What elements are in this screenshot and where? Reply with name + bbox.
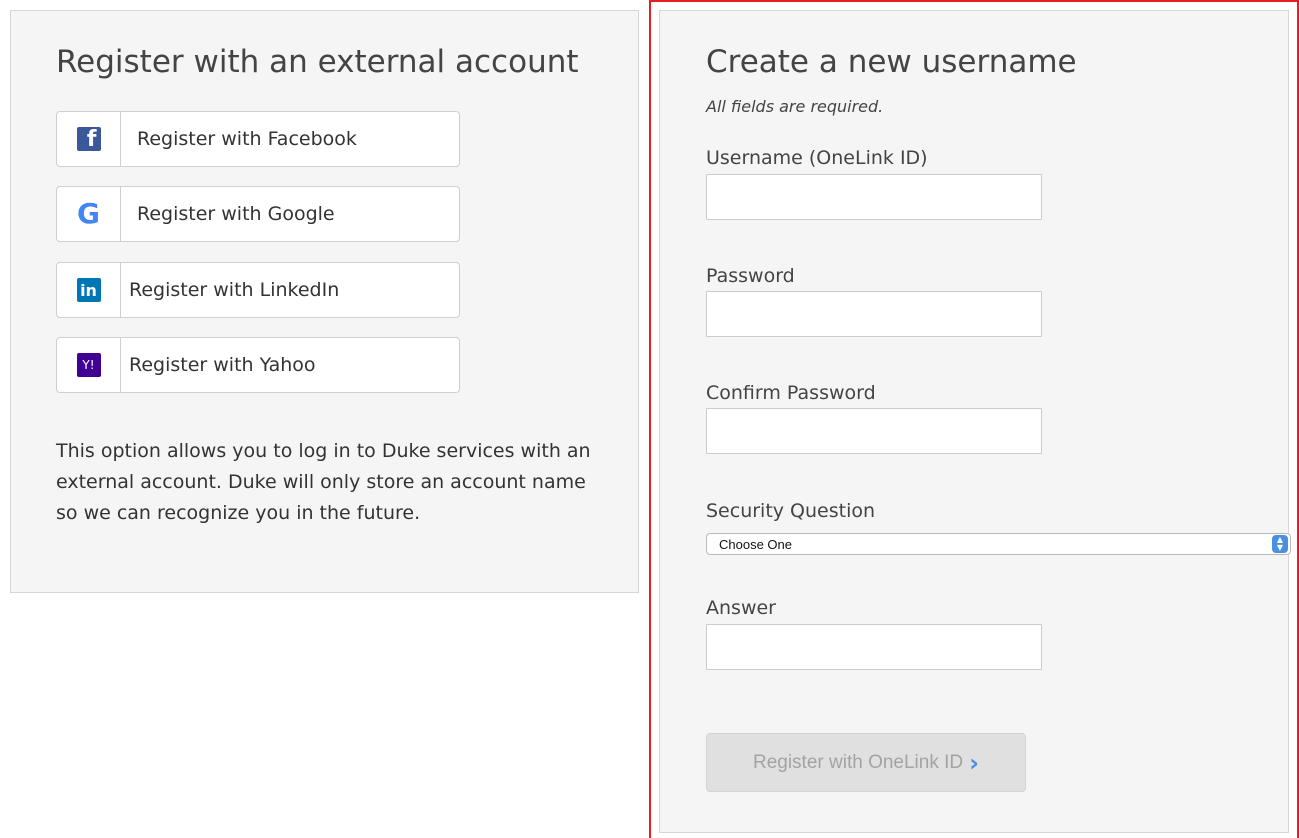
facebook-icon-cell: f [57, 112, 121, 166]
register-linkedin-button[interactable]: in Register with LinkedIn [56, 262, 460, 318]
facebook-icon: f [76, 127, 101, 151]
answer-input[interactable] [706, 624, 1042, 670]
select-stepper-icon: ▲ ▼ [1272, 535, 1288, 553]
security-question-selected: Choose One [719, 536, 792, 552]
google-icon: G [77, 197, 100, 230]
chevron-right-icon: › [969, 748, 980, 777]
yahoo-icon: Y! [76, 353, 101, 377]
yahoo-icon-cell: Y! [57, 338, 121, 392]
register-yahoo-label: Register with Yahoo [129, 354, 316, 376]
confirm-password-label: Confirm Password [706, 382, 876, 404]
register-onelink-label: Register with OneLink ID [752, 751, 964, 773]
register-facebook-label: Register with Facebook [137, 128, 357, 150]
external-panel-title: Register with an external account [56, 44, 579, 80]
username-label: Username (OneLink ID) [706, 147, 928, 169]
google-icon-cell: G [57, 187, 121, 241]
register-facebook-button[interactable]: f Register with Facebook [56, 111, 460, 167]
linkedin-icon-cell: in [57, 263, 121, 317]
required-fields-note: All fields are required. [706, 97, 884, 116]
register-linkedin-label: Register with LinkedIn [129, 279, 340, 301]
password-input[interactable] [706, 291, 1042, 337]
confirm-password-input[interactable] [706, 408, 1042, 454]
password-label: Password [706, 265, 795, 287]
register-onelink-button[interactable]: Register with OneLink ID › [706, 733, 1026, 792]
linkedin-icon: in [76, 278, 101, 302]
register-yahoo-button[interactable]: Y! Register with Yahoo [56, 337, 460, 393]
security-question-select[interactable]: Choose One ▲ ▼ [706, 533, 1291, 555]
register-google-label: Register with Google [137, 203, 335, 225]
external-account-panel: Register with an external account f Regi… [10, 10, 639, 593]
create-username-title: Create a new username [706, 44, 1077, 80]
external-description: This option allows you to log in to Duke… [56, 440, 591, 524]
register-google-button[interactable]: G Register with Google [56, 186, 460, 242]
security-question-label: Security Question [706, 500, 876, 522]
username-input[interactable] [706, 174, 1042, 220]
answer-label: Answer [706, 597, 776, 619]
create-username-panel: Create a new username All fields are req… [659, 10, 1291, 833]
